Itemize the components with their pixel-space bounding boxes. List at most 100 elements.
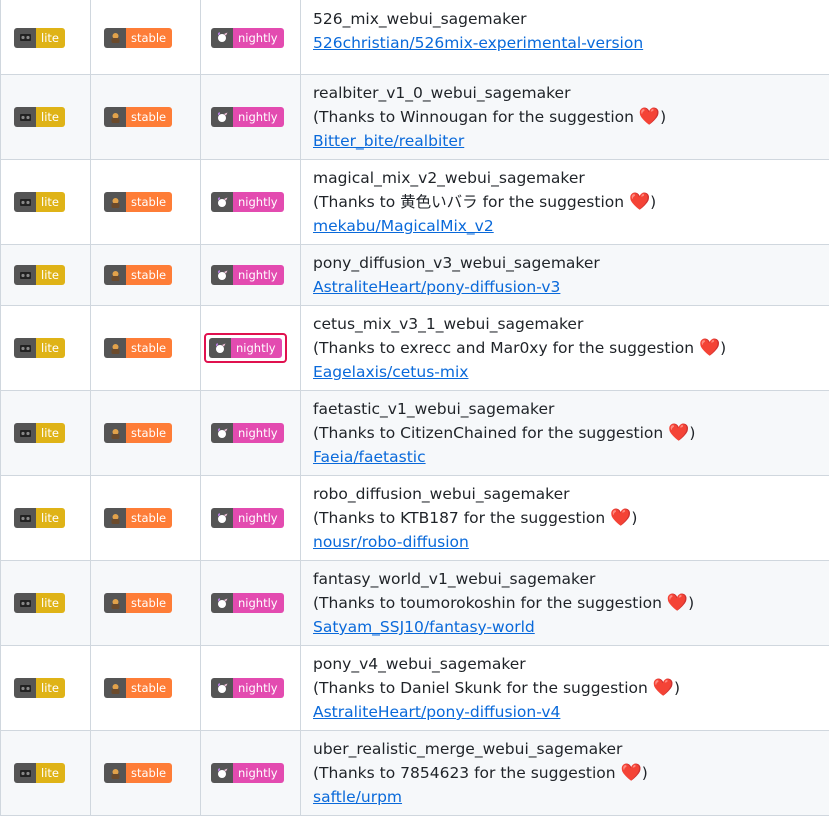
nightly-badge-label: nightly <box>233 107 284 127</box>
model-repo-link[interactable]: AstraliteHeart/pony-diffusion-v4 <box>313 703 560 721</box>
model-info-cell: 526_mix_webui_sagemaker526christian/526m… <box>301 0 829 75</box>
lite-cell: lite <box>1 306 91 391</box>
lite-cell: lite <box>1 160 91 245</box>
thanks-suffix: for the suggestion <box>516 594 667 612</box>
unicorn-icon <box>211 508 233 528</box>
lite-badge[interactable]: lite <box>14 508 65 528</box>
thanks-line: (Thanks to toumorokoshin for the suggest… <box>313 591 829 615</box>
nightly-badge[interactable]: nightly <box>211 265 284 285</box>
table-row: litestablenightlypony_diffusion_v3_webui… <box>1 245 829 306</box>
nightly-badge-label: nightly <box>233 192 284 212</box>
model-repo-link[interactable]: Faeia/faetastic <box>313 448 426 466</box>
stable-badge[interactable]: stable <box>104 338 172 358</box>
nightly-badge[interactable]: nightly <box>211 192 284 212</box>
table-row: litestablenightlyfaetastic_v1_webui_sage… <box>1 391 829 476</box>
lite-badge[interactable]: lite <box>14 338 65 358</box>
lite-badge[interactable]: lite <box>14 763 65 783</box>
thanks-name: 黄色いバラ <box>400 193 478 211</box>
model-repo-link[interactable]: Bitter_bite/realbiter <box>313 132 464 150</box>
model-repo-link[interactable]: Eagelaxis/cetus-mix <box>313 363 468 381</box>
nightly-badge[interactable]: nightly <box>211 107 284 127</box>
selected-badge-highlight: nightly <box>204 333 287 364</box>
stable-badge-label: stable <box>126 338 172 358</box>
nightly-badge[interactable]: nightly <box>211 678 284 698</box>
lite-badge[interactable]: lite <box>14 423 65 443</box>
stable-badge[interactable]: stable <box>104 192 172 212</box>
close-paren: ) <box>631 509 637 527</box>
nightly-badge-label: nightly <box>233 265 284 285</box>
table-row: lite stable nightly fantasy_world_v1_webui_… <box>1 561 829 646</box>
model-name: pony_v4_webui_sagemaker <box>313 652 829 676</box>
stable-cell: stable <box>91 160 201 245</box>
lite-badge[interactable]: lite <box>14 593 65 613</box>
lite-badge[interactable]: lite <box>14 192 65 212</box>
stable-badge-label: stable <box>126 678 172 698</box>
model-info-cell: pony_v4_webui_sagemaker(Thanks to Daniel… <box>301 646 829 731</box>
model-repo-link[interactable]: nousr/robo-diffusion <box>313 533 469 551</box>
stable-badge[interactable]: stable <box>104 423 172 443</box>
nightly-badge[interactable]: nightly <box>211 28 284 48</box>
person-icon <box>104 508 126 528</box>
nightly-badge[interactable]: nightly <box>209 338 282 358</box>
person-icon <box>104 423 126 443</box>
person-icon <box>104 192 126 212</box>
model-repo-link[interactable]: AstraliteHeart/pony-diffusion-v3 <box>313 278 560 296</box>
lite-badge-label: lite <box>36 107 65 127</box>
stable-badge-label: stable <box>126 107 172 127</box>
lite-badge-label: lite <box>36 508 65 528</box>
table-row: lite stable nightly 526_mix_webui_sagemaker… <box>1 0 829 75</box>
stable-badge[interactable]: stable <box>104 107 172 127</box>
model-repo-link[interactable]: Satyam_SSJ10/fantasy-world <box>313 618 535 636</box>
camera-icon <box>14 423 36 443</box>
unicorn-icon <box>211 678 233 698</box>
link-line: Satyam_SSJ10/fantasy-world <box>313 615 829 639</box>
nightly-badge[interactable]: nightly <box>211 508 284 528</box>
camera-icon <box>14 508 36 528</box>
lite-badge[interactable]: lite <box>14 265 65 285</box>
lite-badge-label: lite <box>36 593 65 613</box>
thanks-line: (Thanks to exrecc and Mar0xy for the sug… <box>313 336 829 360</box>
model-repo-link[interactable]: 526christian/526mix-experimental-version <box>313 34 643 52</box>
model-repo-link[interactable]: mekabu/MagicalMix_v2 <box>313 217 494 235</box>
stable-cell: stable <box>91 646 201 731</box>
nightly-badge-label: nightly <box>233 423 284 443</box>
model-info-cell: fantasy_world_v1_webui_sagemaker(Thanks … <box>301 561 829 646</box>
thanks-suffix: for the suggestion <box>469 764 620 782</box>
stable-badge[interactable]: stable <box>104 508 172 528</box>
stable-badge-label: stable <box>126 192 172 212</box>
stable-cell: stable <box>91 245 201 306</box>
lite-cell: lite <box>1 561 91 646</box>
stable-cell: stable <box>91 476 201 561</box>
nightly-cell: nightly <box>201 0 301 75</box>
lite-badge[interactable]: lite <box>14 107 65 127</box>
camera-icon <box>14 763 36 783</box>
stable-cell: stable <box>91 0 201 75</box>
lite-badge[interactable]: lite <box>14 28 65 48</box>
model-name: cetus_mix_v3_1_webui_sagemaker <box>313 312 829 336</box>
stable-badge[interactable]: stable <box>104 265 172 285</box>
model-repo-link[interactable]: saftle/urpm <box>313 788 402 806</box>
model-name: robo_diffusion_webui_sagemaker <box>313 482 829 506</box>
stable-badge[interactable]: stable <box>104 593 172 613</box>
heart-icon: ❤️ <box>621 763 642 783</box>
lite-badge-label: lite <box>36 338 65 358</box>
link-line: Faeia/faetastic <box>313 445 829 469</box>
nightly-cell: nightly <box>201 476 301 561</box>
nightly-badge[interactable]: nightly <box>211 763 284 783</box>
stable-badge[interactable]: stable <box>104 28 172 48</box>
close-paren: ) <box>689 424 695 442</box>
lite-badge[interactable]: lite <box>14 678 65 698</box>
nightly-badge-label: nightly <box>231 338 282 358</box>
lite-cell: lite <box>1 476 91 561</box>
nightly-badge-label: nightly <box>233 28 284 48</box>
heart-icon: ❤️ <box>629 192 650 212</box>
unicorn-icon <box>211 265 233 285</box>
stable-badge[interactable]: stable <box>104 678 172 698</box>
stable-badge[interactable]: stable <box>104 763 172 783</box>
nightly-badge[interactable]: nightly <box>211 423 284 443</box>
stable-cell: stable <box>91 561 201 646</box>
close-paren: ) <box>642 764 648 782</box>
thanks-prefix: (Thanks to <box>313 764 400 782</box>
nightly-badge[interactable]: nightly <box>211 593 284 613</box>
person-icon <box>104 593 126 613</box>
